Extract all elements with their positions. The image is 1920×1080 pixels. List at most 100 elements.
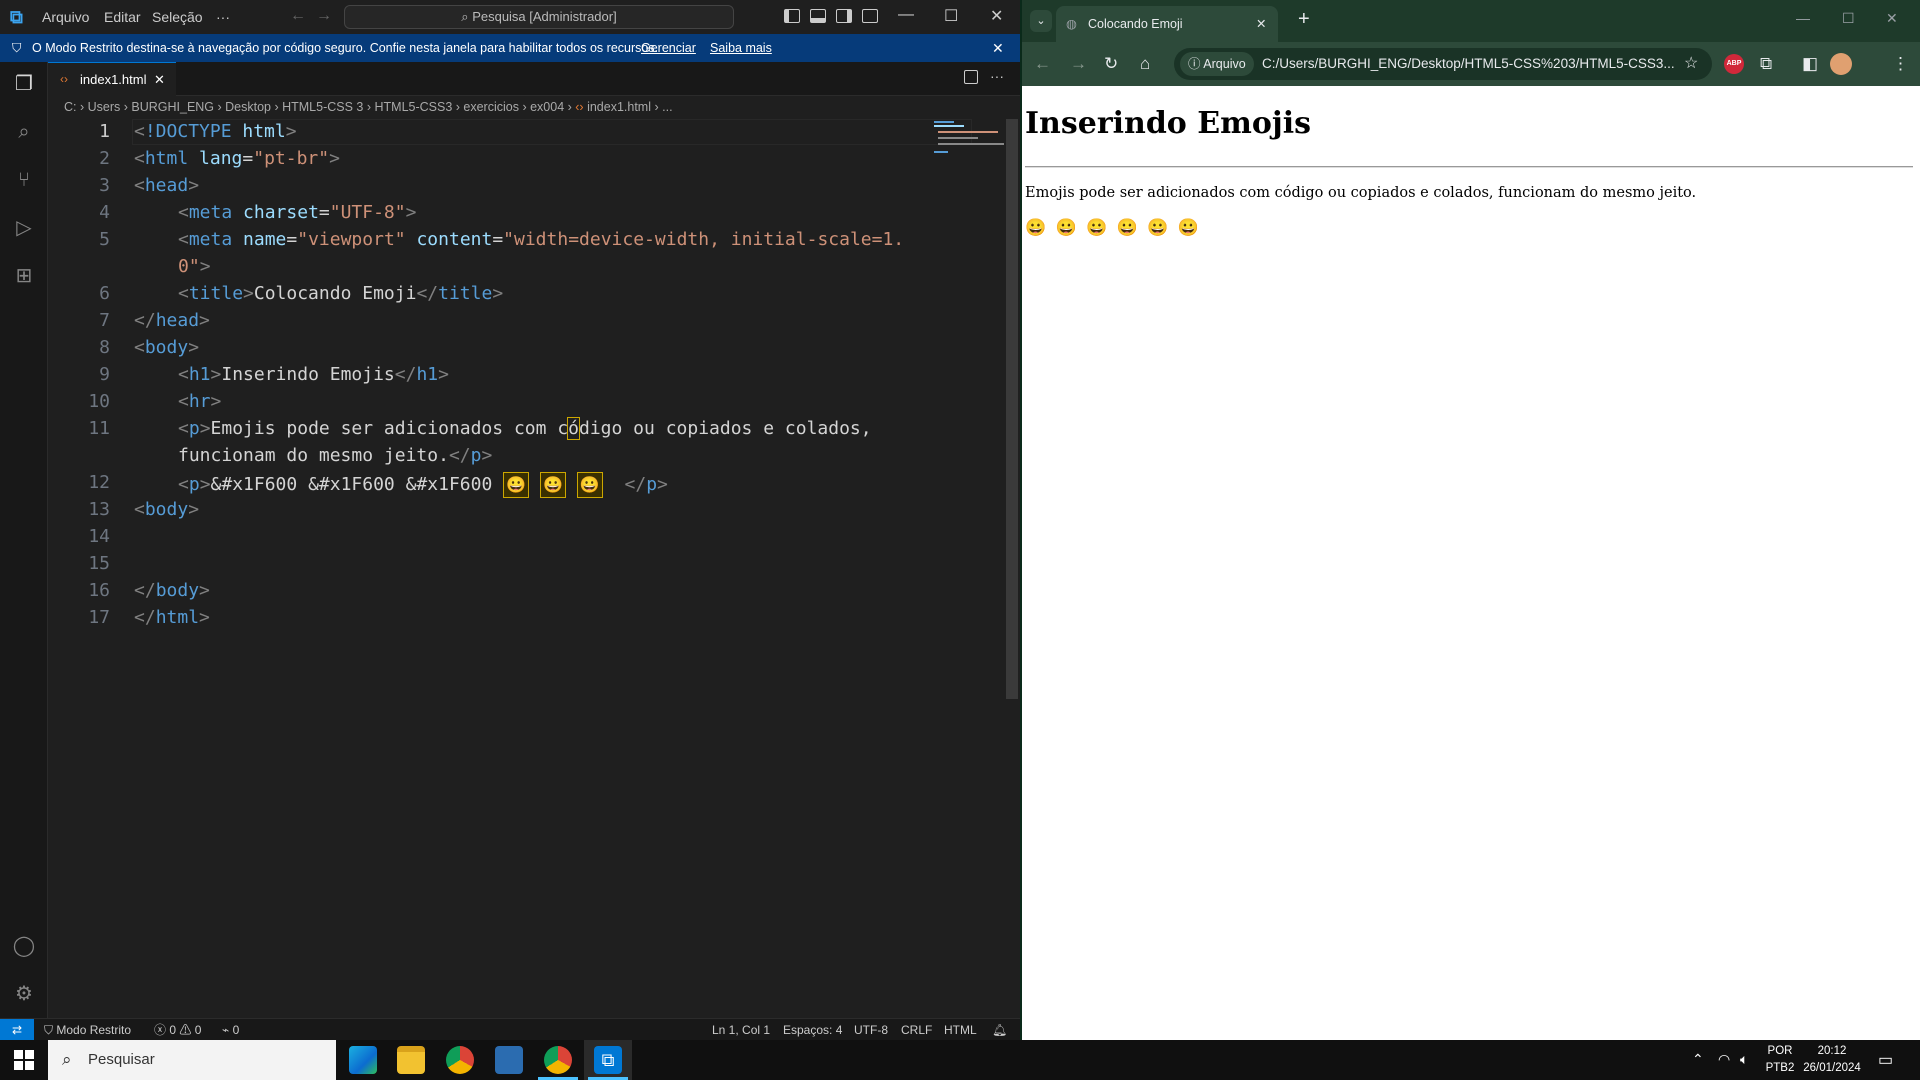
split-editor-icon[interactable] <box>964 70 978 84</box>
extensions-puzzle-icon[interactable]: ⧉ <box>1760 54 1772 74</box>
emoji-row: 😀 😀 😀 😀 😀 😀 <box>1025 218 1202 238</box>
editor-tabs-bar: ‹› index1.html ✕ ··· <box>48 62 1020 96</box>
eol-status[interactable]: CRLF <box>901 1019 932 1040</box>
bookmark-star-icon[interactable]: ☆ <box>1684 48 1698 80</box>
code-line: <h1>Inserindo Emojis</h1> <box>178 364 449 385</box>
reload-icon[interactable]: ↻ <box>1104 54 1118 74</box>
minimap[interactable] <box>932 119 1004 159</box>
line-number: 5 <box>99 229 110 250</box>
menu-selecao[interactable]: Seleção <box>152 9 203 25</box>
windows-start-icon[interactable] <box>14 1050 34 1070</box>
chrome-icon[interactable] <box>446 1046 474 1074</box>
chrome-maximize-icon[interactable]: ☐ <box>1842 10 1855 27</box>
tray-overflow-chevron-icon[interactable]: ⌃ <box>1692 1051 1704 1068</box>
toggle-secondary-sidebar-icon[interactable] <box>836 9 852 23</box>
chrome-close-icon[interactable]: ✕ <box>1886 10 1898 27</box>
breadcrumb-item[interactable]: HTML5-CSS3 <box>375 100 453 114</box>
banner-learn-more-link[interactable]: Saiba mais <box>710 34 772 62</box>
breadcrumb-item[interactable]: index1.html <box>587 100 651 114</box>
notification-center-icon[interactable]: ▭ <box>1878 1050 1893 1070</box>
adblock-plus-icon[interactable]: ABP <box>1724 54 1744 74</box>
chrome-minimize-icon[interactable]: — <box>1796 10 1810 26</box>
file-explorer-icon[interactable] <box>397 1046 425 1074</box>
emoji-glyph: 😀 <box>503 472 530 498</box>
breadcrumb-item[interactable]: exercicios <box>463 100 519 114</box>
settings-gear-icon[interactable]: ⚙ <box>12 982 36 1006</box>
status-bar: ⇄ ⛉ Modo Restrito ⓧ 0 ⚠ 0 ⌁ 0 Ln 1, Col … <box>0 1018 1020 1040</box>
toggle-primary-sidebar-icon[interactable] <box>784 9 800 23</box>
maximize-icon[interactable]: ☐ <box>944 6 958 26</box>
vscode-taskbar-icon[interactable]: ⧉ <box>594 1046 622 1074</box>
banner-manage-link[interactable]: Gerenciar <box>641 34 696 62</box>
line-number: 9 <box>99 364 110 385</box>
remote-indicator-icon[interactable]: ⇄ <box>0 1019 34 1040</box>
ports-count: 0 <box>232 1023 240 1037</box>
source-control-icon[interactable]: ⑂ <box>12 168 36 192</box>
chrome-tab-close-icon[interactable]: ✕ <box>1256 6 1266 42</box>
tab-index1-html[interactable]: ‹› index1.html ✕ <box>48 62 176 96</box>
tab-search-chevron-icon[interactable]: ⌄ <box>1030 10 1052 32</box>
restricted-mode-status[interactable]: ⛉ Modo Restrito <box>44 1019 131 1040</box>
command-center-search[interactable]: ⌕ Pesquisa [Administrador] <box>344 5 734 29</box>
site-info-chip[interactable]: ⓘ Arquivo <box>1180 52 1254 76</box>
toggle-panel-icon[interactable] <box>810 9 826 23</box>
chrome-active-icon[interactable] <box>544 1046 572 1074</box>
network-icon[interactable]: ◠ <box>1718 1051 1730 1068</box>
breadcrumb-item[interactable]: ex004 <box>530 100 564 114</box>
back-icon[interactable]: ← <box>1034 54 1051 74</box>
nav-back-icon[interactable]: ← <box>290 7 306 25</box>
breadcrumb-item[interactable]: BURGHI_ENG <box>131 100 214 114</box>
code-line: </head> <box>134 310 210 331</box>
encoding-status[interactable]: UTF-8 <box>854 1019 888 1040</box>
menu-editar[interactable]: Editar <box>104 9 141 25</box>
windows-taskbar: ⌕ Pesquisar ⧉ ⌃ ◠ 🔈︎ POR PTB2 20:12 26/0… <box>0 1040 1920 1080</box>
cursor-position-status[interactable]: Ln 1, Col 1 <box>712 1019 770 1040</box>
menu-more[interactable]: ··· <box>216 9 230 25</box>
clock-date[interactable]: 26/01/2024 <box>1800 1062 1864 1074</box>
search-view-icon[interactable]: ⌕ <box>12 120 36 144</box>
input-language-bottom[interactable]: PTB2 <box>1762 1062 1798 1074</box>
code-line: <body> <box>134 499 200 520</box>
chrome-tab-colocando-emoji[interactable]: ◍ Colocando Emoji ✕ <box>1056 6 1278 42</box>
banner-close-icon[interactable]: ✕ <box>992 34 1004 62</box>
chrome-menu-icon[interactable]: ⋮ <box>1892 54 1909 74</box>
breadcrumb-item[interactable]: Users <box>88 100 121 114</box>
notifications-bell-icon[interactable]: 🔔︎ <box>992 1019 1007 1040</box>
edge-icon[interactable] <box>349 1046 377 1074</box>
profile-avatar[interactable] <box>1830 53 1852 75</box>
problems-status[interactable]: ⓧ 0 ⚠ 0 <box>154 1019 201 1040</box>
tab-close-icon[interactable]: ✕ <box>154 63 165 96</box>
restricted-mode-banner: ⛉ O Modo Restrito destina-se à navegação… <box>0 34 1020 62</box>
emoji-glyph: 😀 <box>539 472 566 498</box>
side-panel-icon[interactable]: ◧ <box>1802 54 1818 74</box>
home-icon[interactable]: ⌂ <box>1140 54 1150 74</box>
editor-scrollbar[interactable] <box>1006 119 1018 699</box>
ports-status[interactable]: ⌁ 0 <box>222 1019 239 1040</box>
customize-layout-icon[interactable] <box>862 9 878 23</box>
address-bar[interactable]: ⓘ Arquivo C:/Users/BURGHI_ENG/Desktop/HT… <box>1174 48 1712 80</box>
breadcrumb-item[interactable]: Desktop <box>225 100 271 114</box>
forward-icon[interactable]: → <box>1070 54 1087 74</box>
minimize-icon[interactable]: — <box>898 6 914 24</box>
calculator-icon[interactable] <box>495 1046 523 1074</box>
code-editor[interactable]: 1 2 3 4 5 6 7 8 9 10 11 12 13 14 15 16 1… <box>48 119 1008 1018</box>
more-actions-icon[interactable]: ··· <box>990 68 1004 84</box>
extensions-icon[interactable]: ⊞ <box>12 264 36 288</box>
breadcrumb-item[interactable]: HTML5-CSS 3 <box>282 100 363 114</box>
clock-time[interactable]: 20:12 <box>1800 1045 1864 1057</box>
close-window-icon[interactable]: ✕ <box>990 6 1003 26</box>
menu-arquivo[interactable]: Arquivo <box>42 9 89 25</box>
input-language-top[interactable]: POR <box>1762 1045 1798 1057</box>
run-debug-icon[interactable]: ▷ <box>12 216 36 240</box>
explorer-icon[interactable]: ❐ <box>12 72 36 96</box>
accounts-icon[interactable]: ◯ <box>12 934 36 958</box>
warning-count: 0 <box>194 1023 202 1037</box>
breadcrumb-item[interactable]: ... <box>662 100 672 114</box>
breadcrumb-item[interactable]: C: <box>64 100 77 114</box>
language-status[interactable]: HTML <box>944 1019 977 1040</box>
taskbar-search-box[interactable]: ⌕ Pesquisar <box>48 1040 336 1080</box>
new-tab-icon[interactable]: + <box>1298 8 1310 31</box>
nav-forward-icon[interactable]: → <box>316 7 332 25</box>
indentation-status[interactable]: Espaços: 4 <box>783 1019 842 1040</box>
volume-icon[interactable]: 🔈︎ <box>1740 1051 1748 1068</box>
